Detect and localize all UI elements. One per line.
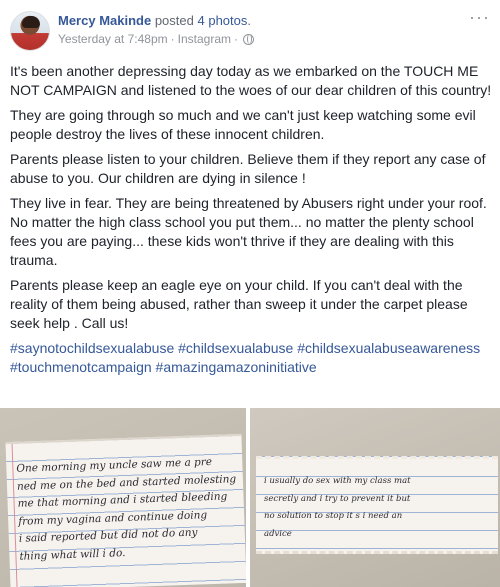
avatar[interactable]: [10, 11, 50, 51]
post-meta: Yesterday at 7:48pm · Instagram ·: [58, 32, 254, 46]
globe-icon[interactable]: [243, 33, 254, 45]
timestamp[interactable]: Yesterday at 7:48pm: [58, 32, 168, 46]
hashtag-list: #saynotochildsexualabuse #childsexualabu…: [10, 339, 492, 377]
post-paragraph: Parents please keep an eagle eye on your…: [10, 277, 468, 331]
action-prefix: posted: [154, 13, 194, 28]
author-name[interactable]: Mercy Makinde: [58, 13, 151, 28]
handwritten-line: advice: [264, 528, 292, 539]
handwritten-text: i usually do sex with my class mat secre…: [264, 473, 411, 543]
notebook-paper: One morning my uncle saw me a pre ned me…: [5, 433, 246, 587]
handwritten-line: i usually do sex with my class mat: [264, 476, 411, 486]
handwritten-line: no solution to stop it s i need an: [264, 511, 403, 521]
avatar-hair: [22, 16, 40, 28]
hashtag-link[interactable]: #saynotochildsexualabuse: [10, 340, 174, 356]
hashtag-link[interactable]: #touchmenotcampaign: [10, 359, 152, 375]
post-paragraph: It's been another depressing day today a…: [10, 63, 492, 98]
post-paragraph: They live in fear. They are being threat…: [10, 195, 487, 268]
meta-separator: ·: [234, 32, 238, 46]
ellipsis-icon[interactable]: ···: [469, 8, 490, 26]
photo-count-link[interactable]: 4 photos: [198, 13, 248, 28]
author-line: Mercy Makinde posted 4 photos.: [58, 13, 251, 28]
action-suffix: .: [247, 13, 251, 28]
hashtag-link[interactable]: #amazingamazoninitiative: [156, 359, 317, 375]
post-body: It's been another depressing day today a…: [10, 62, 492, 383]
photo-grid: One morning my uncle saw me a pre ned me…: [0, 408, 500, 587]
photo-handwritten-note-2[interactable]: i usually do sex with my class mat secre…: [250, 408, 500, 587]
handwritten-text: One morning my uncle saw me a pre ned me…: [16, 453, 239, 566]
post-source[interactable]: Instagram: [178, 32, 231, 46]
meta-separator: ·: [170, 32, 175, 46]
hashtag-link[interactable]: #childsexualabuseawareness: [297, 340, 480, 356]
post-header: Mercy Makinde posted 4 photos. Yesterday…: [10, 8, 490, 53]
hashtag-link[interactable]: #childsexualabuse: [178, 340, 293, 356]
handwritten-line: secretly and i try to prevent it but: [264, 493, 411, 504]
notebook-paper: i usually do sex with my class mat secre…: [256, 456, 498, 554]
photo-handwritten-note-1[interactable]: One morning my uncle saw me a pre ned me…: [0, 408, 246, 587]
post-paragraph: They are going through so much and we ca…: [10, 107, 476, 142]
post-paragraph: Parents please listen to your children. …: [10, 151, 486, 186]
post-action: posted 4 photos.: [155, 13, 251, 28]
